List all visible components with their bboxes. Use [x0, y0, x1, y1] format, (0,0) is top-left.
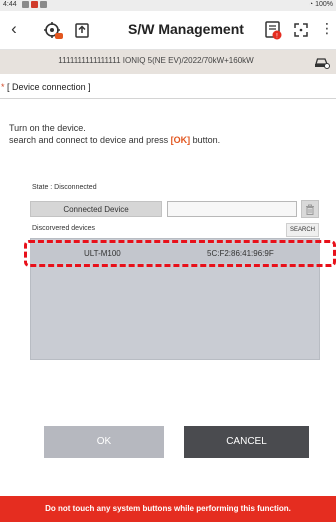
- warning-banner: Do not touch any system buttons while pe…: [0, 496, 336, 522]
- required-marker: *: [1, 82, 5, 92]
- more-options-icon[interactable]: ⋮: [320, 20, 334, 37]
- connected-device-label: Connected Device: [30, 201, 162, 217]
- app-bar: ‹ S/W Management ! ⋮: [0, 11, 336, 50]
- export-icon: [75, 23, 89, 38]
- app-notification-icon: [31, 1, 38, 8]
- search-button[interactable]: SEARCH: [286, 223, 319, 237]
- alert-doc-icon: !: [265, 21, 282, 40]
- instruction-text: search and connect to device and press: [9, 135, 171, 145]
- section-title-text: [ Device connection ]: [7, 82, 91, 92]
- instruction-text-end: button.: [190, 135, 221, 145]
- image-notification-icon: [40, 1, 47, 8]
- section-title: * [ Device connection ]: [1, 82, 91, 92]
- vehicle-settings-button[interactable]: [42, 19, 64, 41]
- alert-button[interactable]: !: [262, 19, 284, 41]
- vehicle-info-bar: 1111111111111111 IONIQ 5(NE EV)/2022/70k…: [0, 50, 336, 74]
- connected-device-field: [167, 201, 297, 217]
- status-bar: 4:44 ◔ 100%: [0, 0, 336, 11]
- disconnect-button[interactable]: [301, 200, 319, 218]
- instruction-line-2: search and connect to device and press […: [9, 135, 220, 145]
- trash-icon: [306, 204, 314, 215]
- page-title: S/W Management: [128, 21, 244, 37]
- section-divider: [0, 98, 336, 99]
- gallery-notification-icon: [22, 1, 29, 8]
- selection-highlight: [24, 240, 336, 267]
- status-right: ◔ 100%: [309, 1, 333, 8]
- car-settings-icon[interactable]: [314, 55, 330, 69]
- instruction-ok-word: [OK]: [170, 135, 191, 145]
- status-time: 4:44: [3, 1, 17, 8]
- wifi-icon: ◔: [308, 1, 314, 8]
- battery-level: 100%: [315, 1, 333, 8]
- fullscreen-button[interactable]: [290, 19, 312, 41]
- gear-car-icon: [44, 22, 63, 39]
- back-button[interactable]: ‹: [6, 19, 22, 39]
- connection-state: State : Disconnected: [32, 184, 97, 191]
- ok-button[interactable]: OK: [44, 426, 164, 458]
- fullscreen-icon: [294, 23, 308, 37]
- export-button[interactable]: [72, 19, 94, 41]
- discovered-devices-label: Discorvered devices: [32, 225, 96, 232]
- vehicle-info-text: 1111111111111111 IONIQ 5(NE EV)/2022/70k…: [58, 56, 254, 65]
- cancel-button[interactable]: CANCEL: [184, 426, 309, 458]
- instruction-line-1: Turn on the device.: [9, 123, 86, 133]
- notification-icons: [22, 1, 47, 8]
